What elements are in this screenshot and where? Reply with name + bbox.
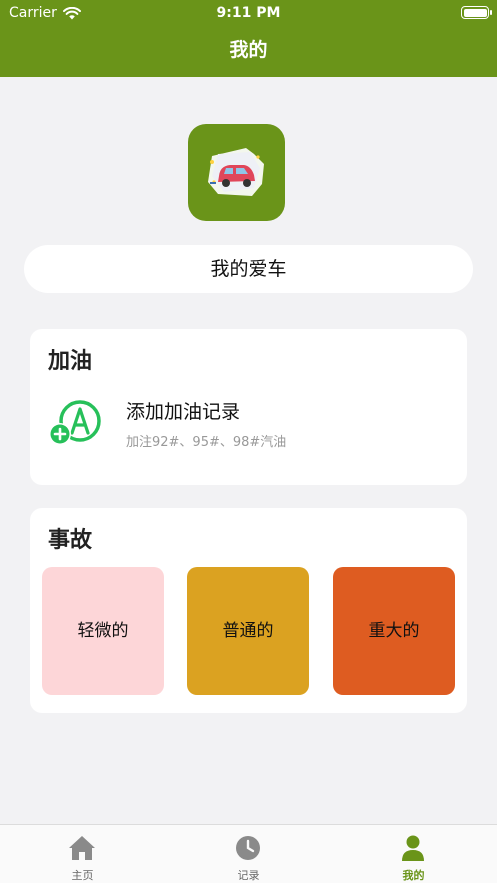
accident-level-major-button[interactable]: 重大的 xyxy=(333,567,455,695)
add-fuel-record-subtitle: 加注92#、95#、98#汽油 xyxy=(126,435,287,450)
car-name-button[interactable]: 我的爱车 xyxy=(24,245,473,293)
accident-level-minor-button[interactable]: 轻微的 xyxy=(42,567,164,695)
person-icon xyxy=(402,835,424,861)
car-icon xyxy=(208,148,264,196)
status-bar: Carrier 9:11 PM xyxy=(0,0,497,28)
add-fuel-icon xyxy=(49,400,101,445)
battery-icon xyxy=(461,6,492,19)
clock-icon xyxy=(236,836,260,860)
status-time: 9:11 PM xyxy=(216,5,281,21)
tab-home-label: 主页 xyxy=(71,869,94,882)
accident-level-normal-button[interactable]: 普通的 xyxy=(187,567,309,695)
fuel-card: 加油 添加加油记录 加注92#、95#、98#汽油 xyxy=(30,329,467,485)
accident-card: 事故 轻微的 普通的 重大的 xyxy=(30,508,467,713)
add-fuel-record-title: 添加加油记录 xyxy=(126,401,241,423)
page-title: 我的 xyxy=(0,28,497,77)
tab-bar: 主页 记录 我的 xyxy=(0,824,497,883)
tab-mine-label: 我的 xyxy=(402,869,425,882)
tab-home[interactable]: 主页 xyxy=(0,825,165,883)
accident-section-title: 事故 xyxy=(48,528,93,553)
add-fuel-record-button[interactable]: 添加加油记录 加注92#、95#、98#汽油 xyxy=(48,397,448,455)
home-icon xyxy=(69,836,95,860)
tab-records-label: 记录 xyxy=(237,869,260,882)
car-avatar[interactable] xyxy=(188,124,285,221)
tab-records[interactable]: 记录 xyxy=(166,825,331,883)
fuel-section-title: 加油 xyxy=(48,349,93,374)
tab-mine[interactable]: 我的 xyxy=(331,825,496,883)
